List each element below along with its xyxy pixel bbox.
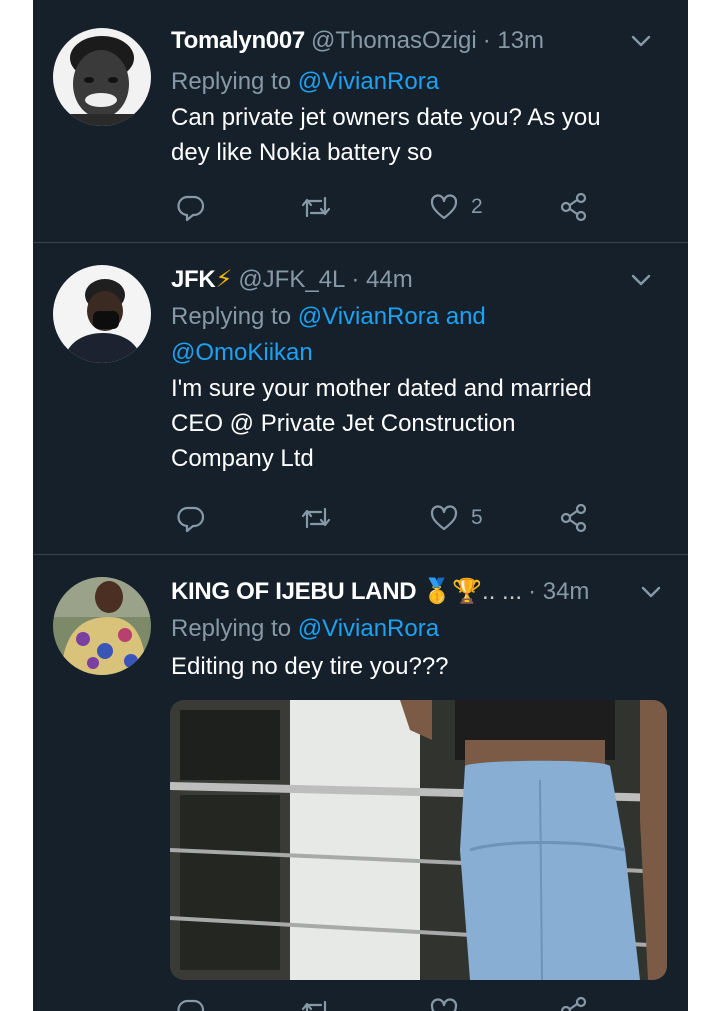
like-button[interactable]: 5 <box>429 503 483 533</box>
share-icon <box>560 503 587 533</box>
replying-to: Replying to @VivianRora <box>171 64 674 100</box>
heart-icon <box>430 505 458 531</box>
chevron-down-icon[interactable] <box>638 579 664 605</box>
tweet-actions: 5 <box>171 503 631 533</box>
share-button[interactable] <box>559 996 589 1011</box>
retweet-icon <box>301 507 331 529</box>
user-handle[interactable]: @JFK_4L <box>238 266 345 293</box>
tweet[interactable]: JFK⚡ @JFK_4L · 44m Replying to @VivianRora… <box>33 243 688 555</box>
display-name[interactable]: Tomalyn007 <box>171 27 305 54</box>
name-emoji: 🥇🏆.. ... <box>422 578 523 605</box>
mention-link[interactable]: @VivianRora <box>298 615 439 642</box>
tweet-actions: 2 <box>171 192 631 222</box>
tweet-text-line: dey like Nokia battery so <box>171 139 433 166</box>
share-button[interactable] <box>559 192 589 222</box>
tweet[interactable]: Tomalyn007 @ThomasOzigi · 13m Replying to … <box>33 0 688 243</box>
user-handle[interactable]: @ThomasOzigi <box>311 27 477 54</box>
replying-to: Replying to @VivianRora and @OmoKiikan <box>171 299 674 371</box>
like-count: 5 <box>471 506 483 529</box>
reply-thread: Tomalyn007 @ThomasOzigi · 13m Replying to … <box>33 0 688 1011</box>
reply-button[interactable] <box>176 192 206 222</box>
mention-link[interactable]: @VivianRora and <box>298 303 486 330</box>
tweet-header: KING OF IJEBU LAND 🥇🏆.. ... · 34m <box>171 577 674 607</box>
tweet-header: Tomalyn007 @ThomasOzigi · 13m <box>171 26 674 56</box>
tweet-image[interactable] <box>170 700 667 980</box>
mention-link[interactable]: @OmoKiikan <box>171 339 313 366</box>
chevron-down-icon[interactable] <box>628 267 654 293</box>
timestamp[interactable]: · 44m <box>351 266 412 293</box>
replying-to-label: Replying to <box>171 615 292 642</box>
mention-link[interactable]: @VivianRora <box>298 68 439 95</box>
tweet-header: JFK⚡ @JFK_4L · 44m <box>171 265 674 295</box>
heart-icon <box>430 998 458 1011</box>
reply-button[interactable] <box>176 996 206 1011</box>
like-button[interactable] <box>429 996 459 1011</box>
replying-to-label: Replying to <box>171 68 292 95</box>
retweet-button[interactable] <box>299 996 333 1011</box>
avatar[interactable] <box>53 28 151 126</box>
tweet-text: I'm sure your mother dated and married C… <box>171 371 674 476</box>
share-icon <box>560 192 587 222</box>
retweet-icon <box>301 196 331 218</box>
avatar[interactable] <box>53 265 151 363</box>
retweet-icon <box>301 1000 327 1011</box>
retweet-button[interactable] <box>299 503 333 533</box>
tweet-text-line: Company Ltd <box>171 445 314 472</box>
reply-button[interactable] <box>176 503 206 533</box>
verified-emoji: ⚡ <box>215 266 233 293</box>
reply-icon <box>177 195 205 222</box>
display-name[interactable]: JFK <box>171 266 216 293</box>
reply-icon <box>177 999 205 1011</box>
chevron-down-icon[interactable] <box>628 28 654 54</box>
share-button[interactable] <box>559 503 589 533</box>
tweet-text-line: CEO @ Private Jet Construction <box>171 410 516 437</box>
tweet-actions <box>171 996 631 1011</box>
heart-icon <box>430 194 458 220</box>
retweet-button[interactable] <box>299 192 333 222</box>
tweet-text-line: Can private jet owners date you? As you <box>171 104 601 131</box>
like-count: 2 <box>471 195 483 218</box>
replying-to-label: Replying to <box>171 303 292 330</box>
tweet-text: Editing no dey tire you??? <box>171 649 674 684</box>
tweet-text-line: Editing no dey tire you??? <box>171 653 449 680</box>
avatar[interactable] <box>53 577 151 675</box>
timestamp[interactable]: · 13m <box>483 27 544 54</box>
timestamp[interactable]: · 34m <box>528 578 589 605</box>
replying-to: Replying to @VivianRora <box>171 611 674 647</box>
tweet-text: Can private jet owners date you? As you … <box>171 100 674 170</box>
reply-icon <box>177 506 205 533</box>
share-icon <box>560 996 587 1011</box>
tweet-text-line: I'm sure your mother dated and married <box>171 375 592 402</box>
like-button[interactable]: 2 <box>429 192 483 222</box>
display-name[interactable]: KING OF IJEBU LAND <box>171 578 417 605</box>
